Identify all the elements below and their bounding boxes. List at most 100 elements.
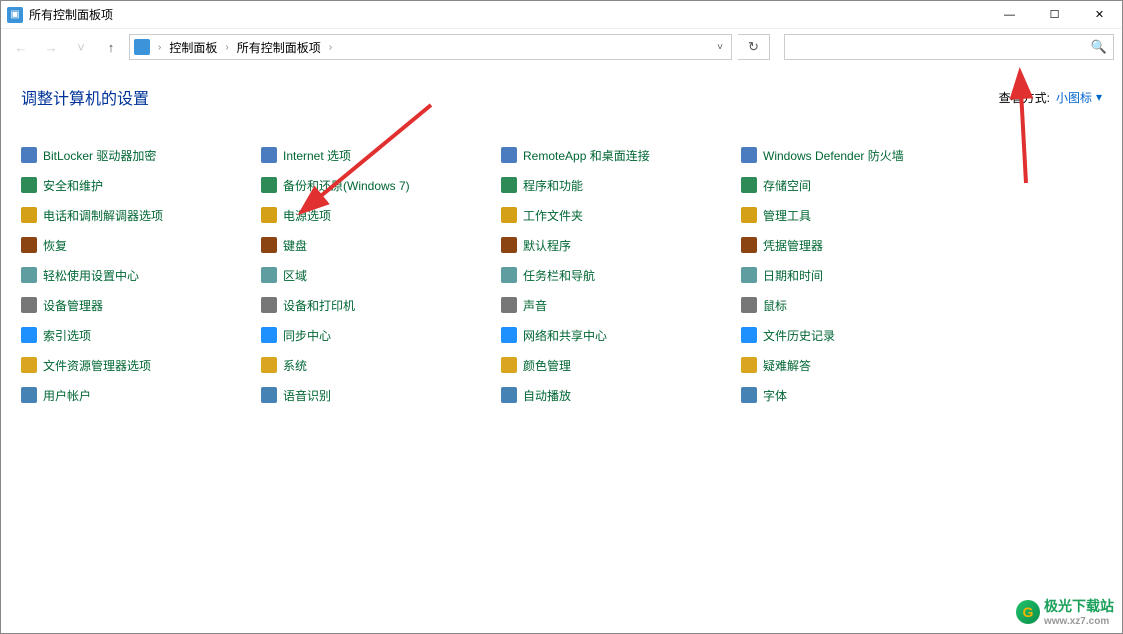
cp-item-recovery[interactable]: 恢复 [21,234,261,256]
crumb-sep-icon: › [154,42,165,53]
address-bar[interactable]: › 控制面板 › 所有控制面板项 › ˅ [129,34,732,60]
addressbar-dropdown[interactable]: ˅ [713,42,727,53]
cp-item-bitlocker[interactable]: BitLocker 驱动器加密 [21,144,261,166]
cp-item-region[interactable]: 区域 [261,264,501,286]
network-sharing-icon [501,327,517,343]
item-label: 区域 [283,267,307,284]
page-heading: 调整计算机的设置 [21,85,149,109]
titlebar: ▣ 所有控制面板项 — ☐ ✕ [1,1,1122,29]
crumb-root[interactable]: 控制面板 [169,39,217,56]
search-icon[interactable]: 🔍 [1091,39,1107,55]
cp-item-date-time[interactable]: 日期和时间 [741,264,981,286]
security-icon [21,177,37,193]
power-opts-icon [261,207,277,223]
cp-item-default-programs[interactable]: 默认程序 [501,234,741,256]
cp-item-device-mgr[interactable]: 设备管理器 [21,294,261,316]
content-area: 调整计算机的设置 查看方式: 小图标 ▾ BitLocker 驱动器加密Inte… [1,65,1122,426]
app-icon: ▣ [7,7,23,23]
cp-item-file-history[interactable]: 文件历史记录 [741,324,981,346]
watermark: G 极光下载站 www.xz7.com [1016,596,1114,627]
forward-button[interactable]: → [39,35,63,59]
minimize-button[interactable]: — [987,1,1032,29]
cp-item-troubleshoot[interactable]: 疑难解答 [741,354,981,376]
crumb-sep-icon: › [221,42,232,53]
bitlocker-icon [21,147,37,163]
troubleshoot-icon [741,357,757,373]
cp-item-user-accounts[interactable]: 用户帐户 [21,384,261,406]
cp-item-sync-center[interactable]: 同步中心 [261,324,501,346]
cp-item-indexing[interactable]: 索引选项 [21,324,261,346]
item-label: 用户帐户 [43,387,91,404]
keyboard-icon [261,237,277,253]
user-accounts-icon [21,387,37,403]
cp-item-speech[interactable]: 语音识别 [261,384,501,406]
credential-mgr-icon [741,237,757,253]
color-mgmt-icon [501,357,517,373]
item-label: 安全和维护 [43,177,103,194]
crumb-current[interactable]: 所有控制面板项 [237,39,321,56]
view-dropdown[interactable]: 小图标 ▾ [1056,89,1102,106]
cp-item-storage-spaces[interactable]: 存储空间 [741,174,981,196]
item-label: 键盘 [283,237,307,254]
item-label: 电话和调制解调器选项 [43,207,163,224]
search-input[interactable] [791,40,1091,54]
cp-item-network-sharing[interactable]: 网络和共享中心 [501,324,741,346]
heading-row: 调整计算机的设置 查看方式: 小图标 ▾ [21,85,1102,109]
cp-item-credential-mgr[interactable]: 凭据管理器 [741,234,981,256]
cp-item-devices-printers[interactable]: 设备和打印机 [261,294,501,316]
cp-item-programs[interactable]: 程序和功能 [501,174,741,196]
cp-item-defender-firewall[interactable]: Windows Defender 防火墙 [741,144,981,166]
cp-item-remoteapp[interactable]: RemoteApp 和桌面连接 [501,144,741,166]
item-label: 恢复 [43,237,67,254]
date-time-icon [741,267,757,283]
watermark-url: www.xz7.com [1044,616,1114,627]
view-label: 查看方式: [999,89,1050,106]
refresh-button[interactable]: ↻ [738,34,770,60]
item-label: RemoteApp 和桌面连接 [523,147,650,164]
default-programs-icon [501,237,517,253]
cp-item-internet-opts[interactable]: Internet 选项 [261,144,501,166]
watermark-logo-icon: G [1016,600,1040,624]
navbar: ← → ˅ ↑ › 控制面板 › 所有控制面板项 › ˅ ↻ 🔍 [1,29,1122,65]
recent-dropdown[interactable]: ˅ [69,35,93,59]
cp-item-backup-restore[interactable]: 备份和还原(Windows 7) [261,174,501,196]
work-folders-icon [501,207,517,223]
item-label: 任务栏和导航 [523,267,595,284]
cp-item-autoplay[interactable]: 自动播放 [501,384,741,406]
item-label: 字体 [763,387,787,404]
item-label: 自动播放 [523,387,571,404]
cp-item-sound[interactable]: 声音 [501,294,741,316]
search-box[interactable]: 🔍 [784,34,1114,60]
view-controls: 查看方式: 小图标 ▾ [999,89,1102,106]
cp-item-power-opts[interactable]: 电源选项 [261,204,501,226]
cp-item-work-folders[interactable]: 工作文件夹 [501,204,741,226]
cp-item-system[interactable]: 系统 [261,354,501,376]
cp-item-taskbar-nav[interactable]: 任务栏和导航 [501,264,741,286]
cp-item-security[interactable]: 安全和维护 [21,174,261,196]
cp-item-mouse[interactable]: 鼠标 [741,294,981,316]
addressbar-icon [134,39,150,55]
item-label: 颜色管理 [523,357,571,374]
cp-item-keyboard[interactable]: 键盘 [261,234,501,256]
cp-item-color-mgmt[interactable]: 颜色管理 [501,354,741,376]
item-label: 电源选项 [283,207,331,224]
item-label: Windows Defender 防火墙 [763,147,904,164]
defender-firewall-icon [741,147,757,163]
cp-item-fonts[interactable]: 字体 [741,384,981,406]
cp-item-phone-modem[interactable]: 电话和调制解调器选项 [21,204,261,226]
system-icon [261,357,277,373]
close-button[interactable]: ✕ [1077,1,1122,29]
cp-item-ease-access[interactable]: 轻松使用设置中心 [21,264,261,286]
up-button[interactable]: ↑ [99,35,123,59]
remoteapp-icon [501,147,517,163]
back-button[interactable]: ← [9,35,33,59]
region-icon [261,267,277,283]
cp-item-admin-tools[interactable]: 管理工具 [741,204,981,226]
item-label: 设备管理器 [43,297,103,314]
phone-modem-icon [21,207,37,223]
maximize-button[interactable]: ☐ [1032,1,1077,29]
window-controls: — ☐ ✕ [987,1,1122,29]
item-label: 管理工具 [763,207,811,224]
item-label: 程序和功能 [523,177,583,194]
cp-item-explorer-opts[interactable]: 文件资源管理器选项 [21,354,261,376]
